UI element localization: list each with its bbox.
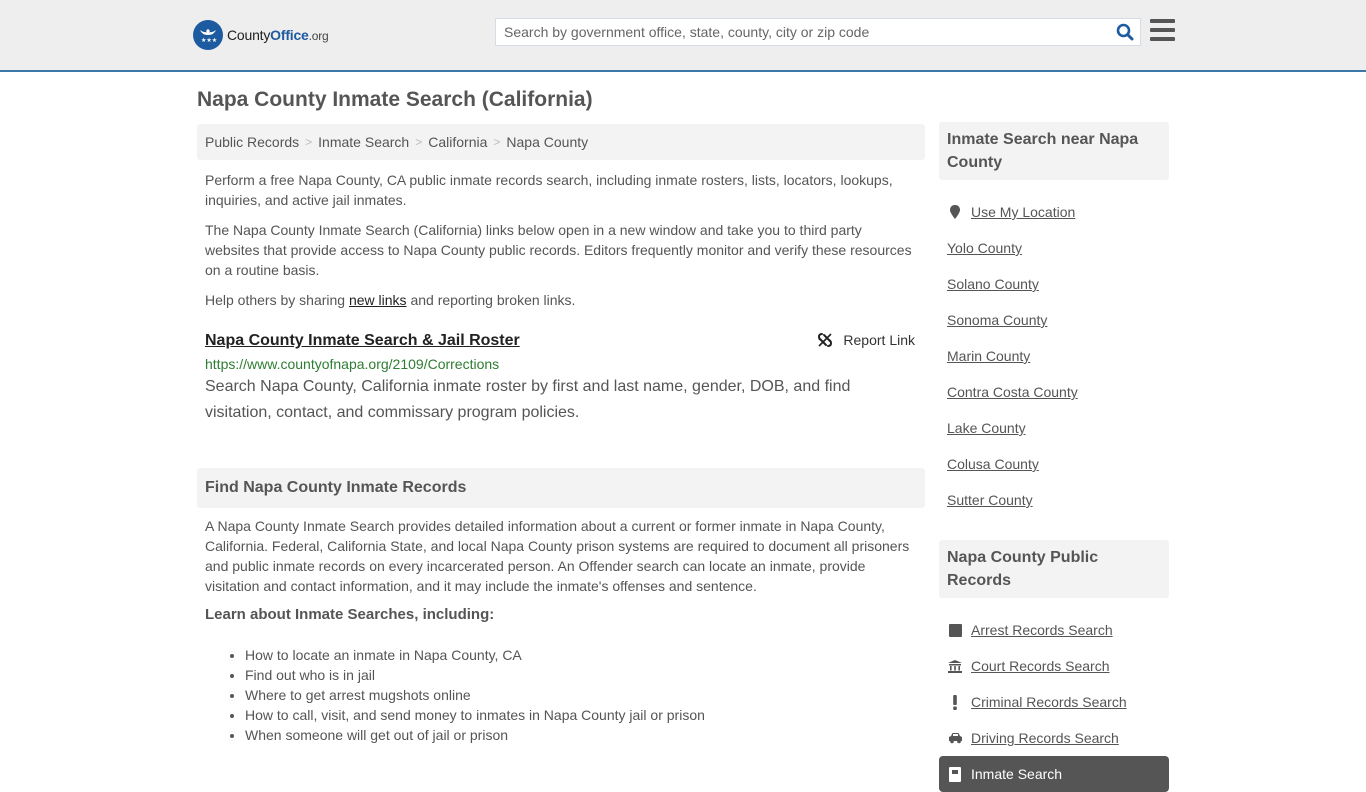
sidebar-item-arrest-records[interactable]: Arrest Records Search (939, 612, 1169, 648)
sidebar-item-lake[interactable]: Lake County (939, 410, 1169, 446)
nearby-heading: Inmate Search near Napa County (939, 122, 1169, 180)
find-records-paragraph: A Napa County Inmate Search provides det… (205, 518, 910, 594)
breadcrumb-california[interactable]: California (428, 134, 487, 150)
search-icon (1116, 23, 1134, 41)
sidebar-item-court-records[interactable]: Court Records Search (939, 648, 1169, 684)
use-my-location-link[interactable]: Use My Location (971, 204, 1075, 220)
records-link[interactable]: Driving Records Search (971, 730, 1119, 746)
sidebar-item-sonoma[interactable]: Sonoma County (939, 302, 1169, 338)
sidebar-item-driving-records[interactable]: Driving Records Search (939, 720, 1169, 756)
exclamation-icon (947, 694, 963, 710)
county-link[interactable]: Solano County (947, 276, 1039, 292)
use-my-location-item[interactable]: Use My Location (939, 194, 1169, 230)
logo-wordmark: CountyOffice.org (227, 27, 329, 43)
breadcrumb-separator: > (305, 135, 313, 149)
county-link[interactable]: Contra Costa County (947, 384, 1078, 400)
public-records-list: Arrest Records Search Court Records Sear… (939, 612, 1169, 792)
menu-bar (1150, 28, 1175, 32)
search-input[interactable] (496, 19, 1110, 45)
records-link[interactable]: Arrest Records Search (971, 622, 1113, 638)
site-logo[interactable]: ★★★ CountyOffice.org (193, 20, 329, 50)
eagle-logo-icon: ★★★ (193, 20, 223, 50)
sidebar-item-marin[interactable]: Marin County (939, 338, 1169, 374)
breadcrumb: Public Records > Inmate Search > Califor… (197, 124, 925, 160)
page-title: Napa County Inmate Search (California) (197, 88, 593, 111)
find-records-heading: Find Napa County Inmate Records (197, 468, 925, 508)
county-link[interactable]: Sonoma County (947, 312, 1047, 328)
sidebar-item-sutter[interactable]: Sutter County (939, 482, 1169, 518)
result-description: Search Napa County, California inmate ro… (205, 378, 851, 421)
breadcrumb-separator: > (493, 135, 501, 149)
nearby-list: Use My Location Yolo County Solano Count… (939, 194, 1169, 518)
disclaimer-paragraph: The Napa County Inmate Search (Californi… (205, 222, 912, 278)
svg-text:★★★: ★★★ (201, 37, 217, 44)
list-item: How to call, visit, and send money to in… (245, 705, 925, 725)
main-content: Perform a free Napa County, CA public in… (197, 170, 925, 745)
search-button[interactable] (1110, 19, 1140, 45)
county-link[interactable]: Colusa County (947, 456, 1039, 472)
menu-bar (1150, 19, 1175, 23)
county-link[interactable]: Lake County (947, 420, 1026, 436)
site-header: ★★★ CountyOffice.org (0, 0, 1366, 72)
learn-heading: Learn about Inmate Searches, including: (205, 606, 495, 623)
county-link[interactable]: Marin County (947, 348, 1030, 364)
map-marker-icon (947, 204, 963, 220)
records-link[interactable]: Criminal Records Search (971, 694, 1127, 710)
list-item: Where to get arrest mugshots online (245, 685, 925, 705)
records-link[interactable]: Inmate Search (971, 766, 1062, 782)
sidebar-item-colusa[interactable]: Colusa County (939, 446, 1169, 482)
county-link[interactable]: Yolo County (947, 240, 1022, 256)
breadcrumb-public-records[interactable]: Public Records (205, 134, 299, 150)
report-link-label: Report Link (843, 332, 915, 348)
result-item: Napa County Inmate Search & Jail Roster … (197, 330, 925, 426)
courthouse-icon (947, 658, 963, 674)
breadcrumb-separator: > (415, 135, 423, 149)
sidebar-item-solano[interactable]: Solano County (939, 266, 1169, 302)
list-item: Find out who is in jail (245, 665, 925, 685)
breadcrumb-inmate-search[interactable]: Inmate Search (318, 134, 409, 150)
list-item: How to locate an inmate in Napa County, … (245, 645, 925, 665)
share-paragraph: Help others by sharing new links and rep… (205, 292, 576, 308)
cell-door-icon (947, 766, 963, 782)
hamburger-menu-button[interactable] (1150, 19, 1175, 41)
sidebar-item-inmate-search[interactable]: Inmate Search (939, 756, 1169, 792)
intro-paragraph: Perform a free Napa County, CA public in… (205, 172, 893, 208)
sidebar-item-contra-costa[interactable]: Contra Costa County (939, 374, 1169, 410)
new-links-link[interactable]: new links (349, 292, 407, 308)
sidebar-item-yolo[interactable]: Yolo County (939, 230, 1169, 266)
result-title-link[interactable]: Napa County Inmate Search & Jail Roster (205, 330, 520, 352)
list-item: When someone will get out of jail or pri… (245, 725, 925, 745)
unlink-icon (818, 333, 833, 347)
breadcrumb-napa-county[interactable]: Napa County (506, 134, 588, 150)
sidebar-item-criminal-records[interactable]: Criminal Records Search (939, 684, 1169, 720)
records-link[interactable]: Court Records Search (971, 658, 1110, 674)
learn-list: How to locate an inmate in Napa County, … (197, 645, 925, 745)
site-search (495, 18, 1141, 46)
result-url: https://www.countyofnapa.org/2109/Correc… (205, 356, 500, 372)
public-records-heading: Napa County Public Records (939, 540, 1169, 598)
county-link[interactable]: Sutter County (947, 492, 1033, 508)
car-icon (947, 730, 963, 746)
report-link-button[interactable]: Report Link (817, 332, 915, 348)
menu-bar (1150, 37, 1175, 41)
sidebar: Inmate Search near Napa County Use My Lo… (939, 122, 1169, 792)
square-icon (947, 622, 963, 638)
